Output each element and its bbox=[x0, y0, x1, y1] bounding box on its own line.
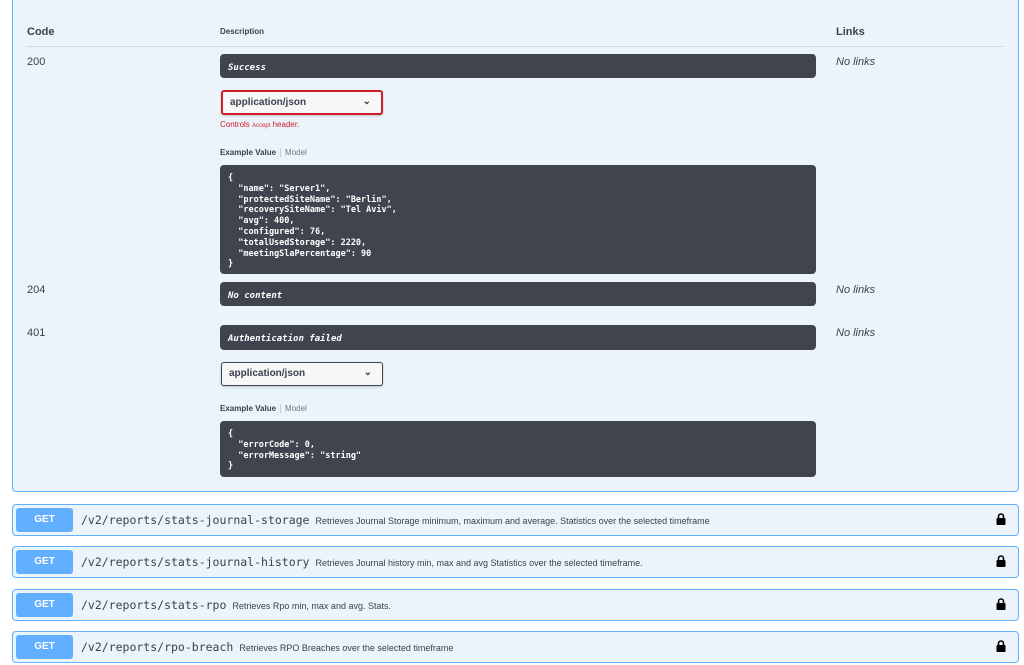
operation-path: /v2/reports/stats-journal-history bbox=[81, 555, 310, 569]
lock-icon[interactable] bbox=[996, 513, 1006, 525]
operation-path: /v2/reports/rpo-breach bbox=[81, 640, 234, 654]
example-json: { "name": "Server1", "protectedSiteName"… bbox=[220, 165, 816, 274]
chevron-down-icon: ⌄ bbox=[363, 367, 372, 378]
tab-model[interactable]: Model bbox=[281, 148, 307, 157]
header-text: header. bbox=[272, 120, 300, 129]
response-links: No links bbox=[836, 284, 876, 296]
operation-stats-journal-storage[interactable]: GET /v2/reports/stats-journal-storage Ret… bbox=[12, 504, 1019, 536]
controls-accept-note: Controls Accept header. bbox=[220, 120, 299, 129]
description-header: Description bbox=[220, 27, 265, 36]
lock-icon[interactable] bbox=[996, 598, 1006, 610]
response-description: Success bbox=[220, 54, 816, 78]
tab-example-value[interactable]: Example Value bbox=[220, 148, 282, 157]
operation-summary: Retrieves Journal history min, max and a… bbox=[315, 558, 643, 568]
operation-stats-journal-history[interactable]: GET /v2/reports/stats-journal-history Ret… bbox=[12, 546, 1019, 578]
operation-path: /v2/reports/stats-rpo bbox=[81, 598, 227, 612]
chevron-down-icon: ⌄ bbox=[362, 96, 371, 107]
code-header: Code bbox=[27, 26, 55, 38]
response-description: No content bbox=[220, 282, 816, 306]
response-description: Authentication failed bbox=[220, 325, 816, 350]
operation-summary: Retrieves Journal Storage minimum, maxim… bbox=[315, 516, 710, 526]
operation-path: /v2/reports/stats-journal-storage bbox=[81, 513, 310, 527]
tab-model[interactable]: Model bbox=[281, 404, 307, 413]
response-code: 200 bbox=[27, 56, 46, 68]
method-badge: GET bbox=[16, 508, 73, 532]
example-tabs: Example Value Model bbox=[220, 148, 307, 157]
media-type-value: application/json bbox=[230, 97, 307, 108]
response-links: No links bbox=[836, 56, 876, 68]
response-code: 204 bbox=[27, 284, 46, 296]
response-code: 401 bbox=[27, 327, 46, 339]
controls-text: Controls bbox=[220, 120, 250, 129]
media-type-select[interactable]: application/json ⌄ bbox=[221, 90, 383, 115]
operation-rpo-breach[interactable]: GET /v2/reports/rpo-breach Retrieves RPO … bbox=[12, 631, 1019, 663]
response-links: No links bbox=[836, 327, 876, 339]
method-badge: GET bbox=[16, 550, 73, 574]
operation-stats-rpo[interactable]: GET /v2/reports/stats-rpo Retrieves Rpo m… bbox=[12, 589, 1019, 621]
links-header: Links bbox=[836, 26, 865, 38]
lock-icon[interactable] bbox=[996, 555, 1006, 567]
media-type-select[interactable]: application/json ⌄ bbox=[221, 362, 383, 386]
method-badge: GET bbox=[16, 635, 73, 659]
example-tabs: Example Value Model bbox=[220, 404, 307, 413]
media-type-value: application/json bbox=[229, 368, 306, 379]
example-json: { "errorCode": 0, "errorMessage": "strin… bbox=[220, 421, 816, 477]
accept-code: Accept bbox=[252, 123, 271, 129]
header-divider bbox=[27, 46, 1003, 47]
operation-summary: Retrieves Rpo min, max and avg. Stats. bbox=[232, 601, 391, 611]
method-badge: GET bbox=[16, 593, 73, 617]
operation-summary: Retrieves RPO Breaches over the selected… bbox=[239, 643, 454, 653]
tab-example-value[interactable]: Example Value bbox=[220, 404, 282, 413]
lock-icon[interactable] bbox=[996, 640, 1006, 652]
